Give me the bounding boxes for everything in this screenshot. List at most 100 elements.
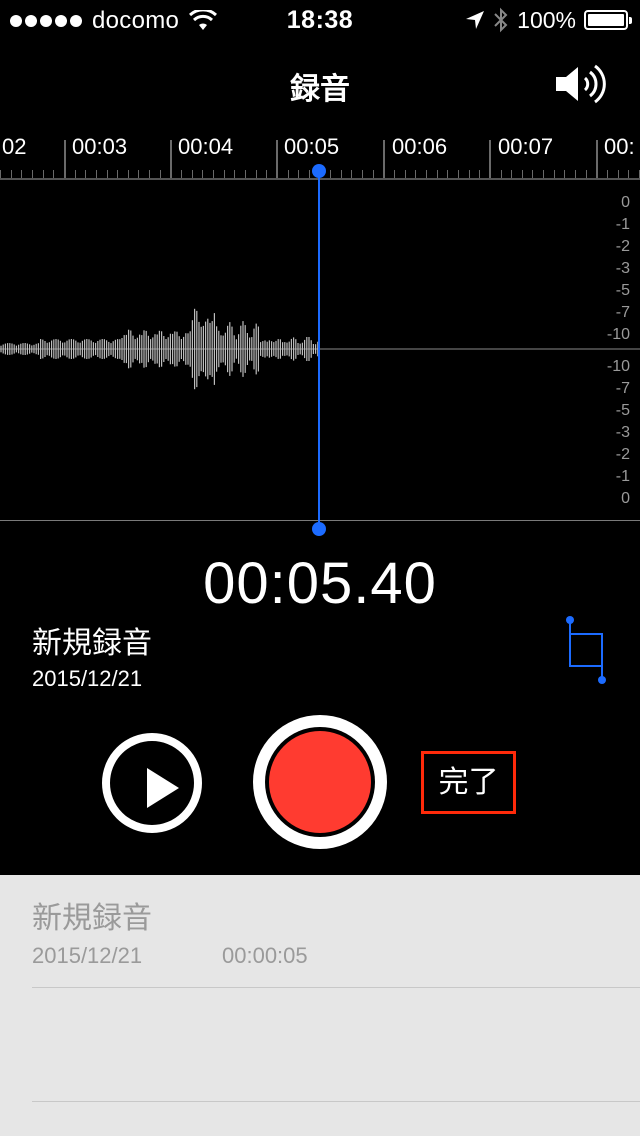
timeline-label: 00:06 (392, 134, 448, 159)
timeline-minor-tick (138, 170, 139, 178)
db-label: -3 (615, 260, 630, 277)
timeline-minor-tick (543, 170, 544, 178)
timeline-minor-tick (532, 170, 533, 178)
timeline-minor-tick (554, 170, 555, 178)
timeline-minor-tick (85, 170, 86, 178)
db-label: -7 (615, 304, 630, 321)
timeline-minor-tick (607, 170, 608, 178)
timeline-minor-tick (564, 170, 565, 178)
play-button[interactable] (102, 733, 202, 833)
timeline-minor-tick (330, 170, 331, 178)
timeline-minor-tick (351, 170, 352, 178)
timeline-minor-tick (501, 170, 502, 178)
timeline-minor-tick (394, 170, 395, 178)
playhead-bottom-handle[interactable] (312, 522, 326, 536)
timeline-minor-tick (107, 170, 108, 178)
timeline-minor-tick (341, 170, 342, 178)
timeline-minor-tick (192, 170, 193, 178)
timeline-minor-tick (128, 170, 129, 178)
db-label: -1 (615, 468, 630, 485)
timeline-minor-tick (75, 170, 76, 178)
recordings-list[interactable]: 新規録音 2015/12/21 00:00:05 (0, 875, 640, 1136)
playhead-top-handle[interactable] (312, 164, 326, 178)
timeline-minor-tick (256, 170, 257, 178)
timeline-minor-tick (628, 170, 629, 178)
timeline-minor-tick (447, 170, 448, 178)
timeline-minor-tick (298, 170, 299, 178)
done-button[interactable]: 完了 (421, 751, 516, 814)
timeline-minor-tick (596, 170, 597, 178)
timeline-minor-tick (160, 170, 161, 178)
timeline-minor-tick (234, 170, 235, 178)
speaker-icon[interactable] (554, 62, 610, 106)
recording-date: 2015/12/21 (32, 666, 143, 691)
timeline-minor-tick (277, 170, 278, 178)
db-label: 0 (621, 490, 630, 507)
list-item[interactable]: 新規録音 2015/12/21 00:00:05 (32, 875, 640, 987)
db-label: -3 (615, 424, 630, 441)
db-label: -2 (615, 238, 630, 255)
timeline-label: 00:07 (498, 134, 554, 159)
timeline-minor-tick (11, 170, 12, 178)
timeline-minor-tick (511, 170, 512, 178)
timeline-label: 00:04 (178, 134, 234, 159)
record-button[interactable] (253, 715, 387, 849)
battery-icon (584, 10, 632, 30)
list-item-duration: 00:00:05 (222, 943, 308, 968)
timeline-minor-tick (202, 170, 203, 178)
db-label: -5 (615, 402, 630, 419)
recording-title[interactable]: 新規録音 (32, 618, 152, 662)
list-item-date: 2015/12/21 (32, 943, 143, 968)
timeline-minor-tick (586, 170, 587, 178)
timeline-minor-tick (170, 170, 171, 178)
bluetooth-icon (494, 7, 508, 33)
list-item-title: 新規録音 (32, 902, 152, 935)
db-label: -1 (615, 216, 630, 233)
elapsed-time: 00:05.40 (203, 551, 437, 616)
timeline-minor-tick (522, 170, 523, 178)
timeline-minor-tick (96, 170, 97, 178)
timeline-minor-tick (224, 170, 225, 178)
timeline-minor-tick (53, 170, 54, 178)
timeline-minor-tick (181, 170, 182, 178)
timeline-minor-tick (245, 170, 246, 178)
list-divider (32, 1101, 640, 1102)
record-icon (269, 731, 371, 833)
db-label: -10 (606, 358, 630, 375)
waveform-area[interactable]: 0 -1 -2 -3 -5 -7 -10 -10 -7 -5 -3 -2 -1 … (0, 180, 640, 522)
waveform-bottom-divider (0, 520, 640, 521)
timeline-minor-tick (373, 170, 374, 178)
timeline-minor-tick (575, 170, 576, 178)
playhead[interactable] (318, 170, 320, 526)
timeline-label: 00:05 (284, 134, 340, 159)
trim-icon[interactable] (560, 612, 612, 688)
timeline-minor-tick (362, 170, 363, 178)
timeline-minor-tick (266, 170, 267, 178)
timeline-minor-tick (288, 170, 289, 178)
db-label: -5 (615, 282, 630, 299)
timeline-minor-tick (43, 170, 44, 178)
play-icon (147, 768, 179, 808)
timeline-minor-tick (309, 170, 310, 178)
list-divider (32, 987, 640, 988)
timeline-label: 02 (2, 134, 27, 159)
battery-percent: 100% (517, 6, 576, 33)
timeline-minor-tick (458, 170, 459, 178)
timeline-minor-tick (383, 170, 384, 178)
timeline-minor-tick (64, 170, 65, 178)
timeline-minor-tick (490, 170, 491, 178)
status-bar: docomo 18:38 100% (0, 0, 640, 40)
timeline-label: 00: (604, 134, 635, 159)
waveform (0, 308, 640, 390)
location-arrow-icon (466, 11, 485, 29)
timeline-minor-tick (618, 170, 619, 178)
page-title: 録音 (290, 73, 350, 106)
timeline-minor-tick (213, 170, 214, 178)
timeline-minor-tick (469, 170, 470, 178)
timeline-minor-tick (415, 170, 416, 178)
timeline-minor-tick (32, 170, 33, 178)
timeline-minor-tick (0, 170, 1, 178)
db-label: 0 (621, 194, 630, 211)
timeline-minor-tick (149, 170, 150, 178)
db-label: -7 (615, 380, 630, 397)
